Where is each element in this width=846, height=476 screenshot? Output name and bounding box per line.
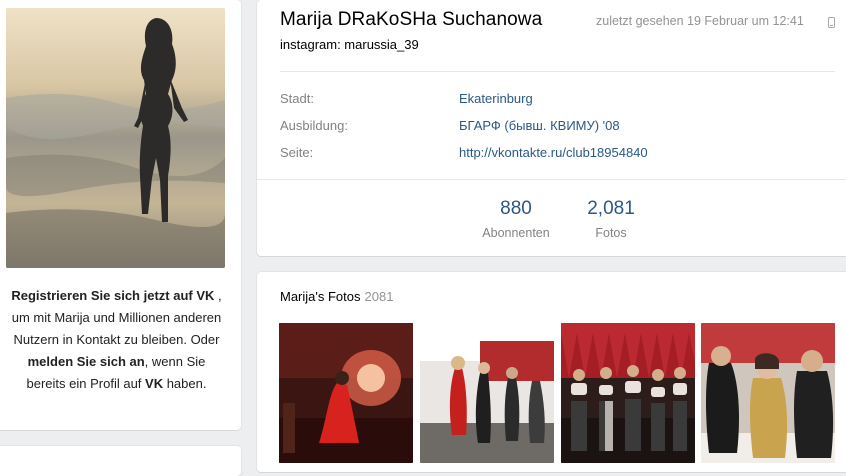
counter-followers[interactable]: 880 Abonnenten (471, 198, 561, 240)
info-label-education: Ausbildung: (280, 118, 348, 133)
info-value-education[interactable]: БГАРФ (бывш. КВИМУ) '08 (459, 118, 620, 133)
counter-photos-label: Fotos (595, 226, 627, 240)
info-value-city[interactable]: Ekaterinburg (459, 91, 533, 106)
register-text-3: haben. (163, 376, 207, 391)
register-prompt: Registrieren Sie sich jetzt auf VK , um … (8, 285, 225, 395)
last-seen-text: zuletzt gesehen 19 Februar um 12:41 (596, 14, 804, 28)
page-title: Marija DRaKoSHa Suchanowa (280, 9, 543, 30)
mobile-phone-icon (828, 16, 835, 31)
divider (257, 179, 846, 180)
photo-thumbnail-2[interactable] (420, 323, 554, 463)
profile-status: instagram: marussia_39 (280, 37, 419, 52)
profile-sidebar: Registrieren Sie sich jetzt auf VK , um … (0, 0, 241, 430)
register-link[interactable]: Registrieren Sie sich jetzt auf VK (11, 288, 214, 303)
profile-info-card: Marija DRaKoSHa Suchanowa instagram: mar… (257, 0, 846, 256)
login-link[interactable]: melden Sie sich an (28, 354, 145, 369)
counter-photos[interactable]: 2,081 Fotos (566, 198, 656, 240)
info-value-website[interactable]: http://vkontakte.ru/club18954840 (459, 145, 648, 160)
divider (280, 71, 835, 72)
photo-thumbnail-1[interactable] (279, 323, 413, 463)
photos-title: Marija's Fotos (280, 289, 361, 304)
info-label-website: Seite: (280, 145, 314, 160)
info-label-city: Stadt: (280, 91, 314, 106)
photo-thumbnail-3[interactable] (561, 323, 695, 463)
vk-link[interactable]: VK (145, 376, 163, 391)
photos-card: Marija's Fotos 2081 (257, 272, 846, 472)
counter-followers-label: Abonnenten (482, 226, 550, 240)
counter-followers-value: 880 (500, 198, 532, 219)
counter-photos-value: 2,081 (587, 198, 635, 219)
photos-count: 2081 (364, 289, 394, 304)
sidebar-card-secondary (0, 446, 241, 476)
photo-thumbnail-4[interactable] (701, 323, 835, 463)
photos-header[interactable]: Marija's Fotos 2081 (280, 289, 393, 304)
profile-avatar[interactable] (6, 8, 225, 268)
